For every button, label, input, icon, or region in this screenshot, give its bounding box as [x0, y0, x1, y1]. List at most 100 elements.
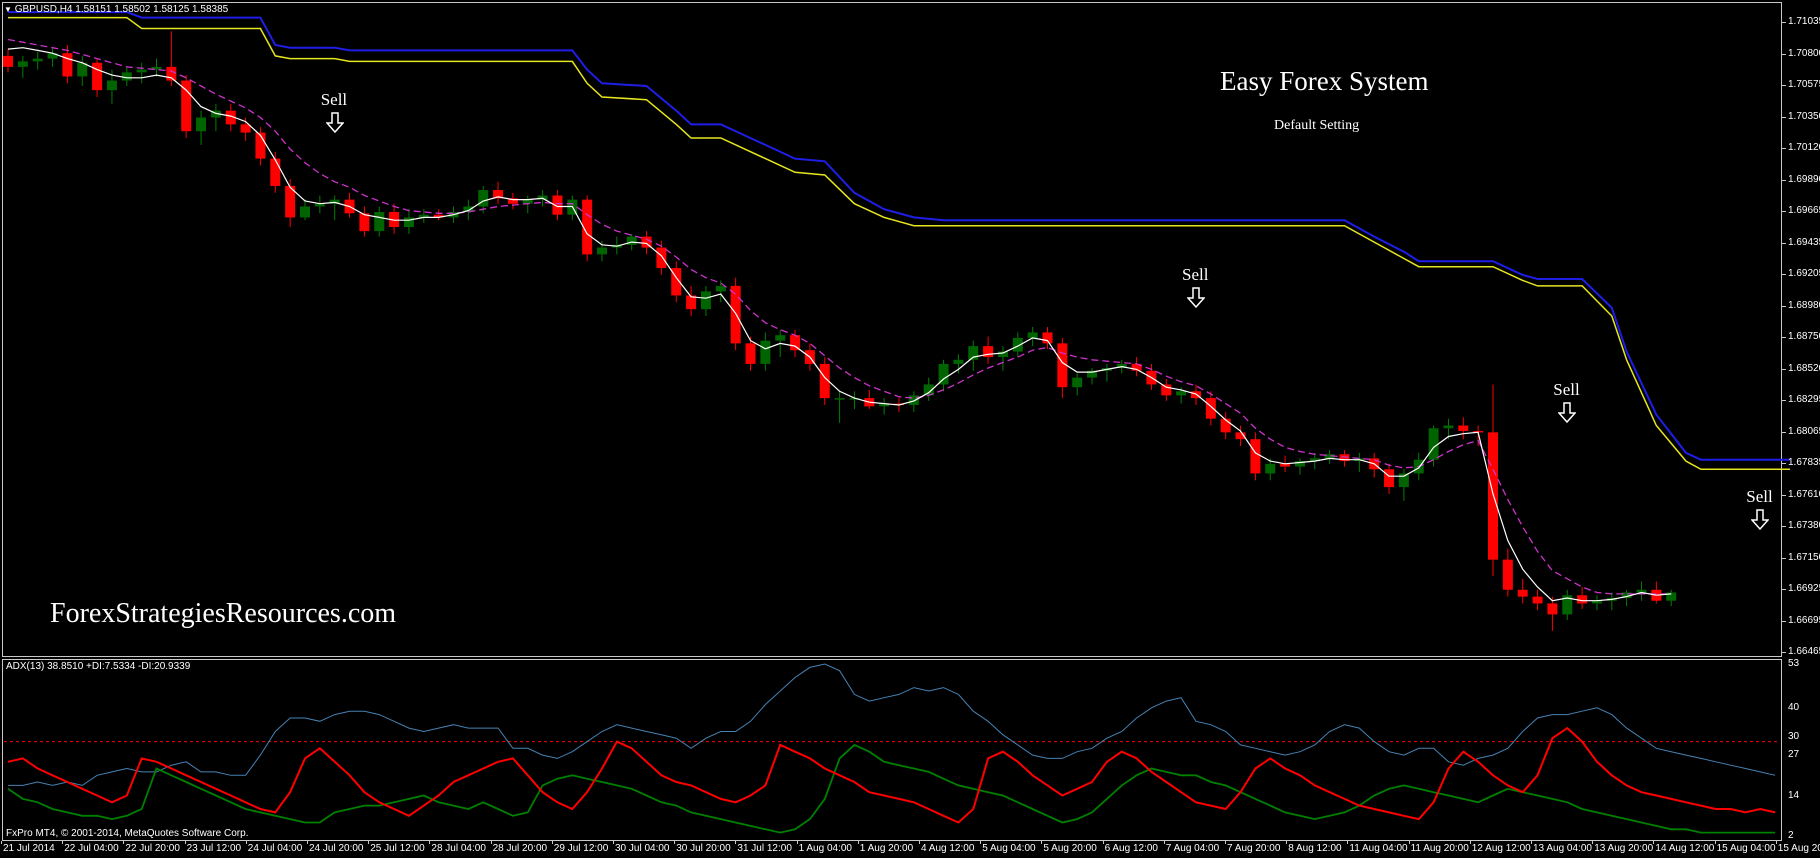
candle-body [1502, 559, 1513, 590]
time-axis-tick [184, 841, 186, 844]
time-axis-tick [1225, 841, 1226, 844]
fast-ma-line [7, 47, 1672, 602]
time-axis-label: 6 Aug 12:00 [1104, 843, 1158, 854]
adx-axis-label: 53 [1788, 658, 1800, 669]
candle-body [3, 55, 13, 67]
time-axis-label: 12 Aug 12:00 [1471, 843, 1531, 854]
time-axis-tick [1653, 841, 1655, 844]
down-arrow-outline-icon [325, 112, 344, 134]
price-axis-tick [1782, 400, 1786, 401]
candle-body [1532, 596, 1543, 604]
price-axis-tick [1782, 85, 1786, 86]
candle-body [1398, 473, 1409, 488]
price-axis-label: 1.70120 [1788, 142, 1820, 153]
price-axis-tick [1782, 22, 1786, 23]
time-axis-tick [1775, 841, 1777, 844]
time-axis-label: 29 Jul 12:00 [553, 843, 609, 854]
time-axis-tick [1714, 841, 1716, 844]
price-axis-tick [1782, 463, 1786, 464]
price-axis-label: 1.69205 [1788, 268, 1820, 279]
time-axis-label: 23 Jul 12:00 [186, 843, 242, 854]
time-axis-tick [980, 841, 982, 844]
chart-subtitle: Default Setting [1274, 118, 1360, 133]
candle-body [790, 335, 801, 351]
time-axis-label: 28 Jul 20:00 [492, 843, 548, 854]
time-axis-tick [1531, 841, 1532, 844]
candle-body [1072, 377, 1083, 388]
time-axis-label: 11 Aug 04:00 [1349, 843, 1408, 854]
candle-body [1488, 432, 1498, 560]
time-axis-tick [1592, 841, 1594, 844]
candle-body [1443, 425, 1454, 429]
sell-label: Sell [320, 90, 348, 110]
candle-body [32, 58, 43, 62]
slow-ma-line [7, 38, 1672, 595]
candle-body [700, 291, 711, 310]
time-axis-label: 14 Aug 12:00 [1655, 843, 1715, 854]
price-axis-tick [1782, 620, 1786, 622]
time-axis-label: 24 Jul 20:00 [309, 843, 364, 854]
candle-body [1517, 589, 1528, 597]
time-axis-tick [1347, 841, 1349, 844]
time-axis-label: 31 Jul 12:00 [737, 843, 792, 854]
time-axis-label: 21 Jul 2014 [3, 843, 55, 854]
time-axis-tick [1, 841, 2, 844]
price-axis-label: 1.70800 [1788, 47, 1820, 59]
candle-body [181, 80, 192, 132]
candle-body [17, 61, 28, 67]
candle-body [1176, 391, 1187, 396]
candle-body [136, 69, 147, 73]
time-axis-label: 7 Aug 04:00 [1165, 843, 1220, 854]
time-axis-tick [796, 841, 798, 844]
price-axis-label: 1.69435 [1788, 236, 1820, 248]
price-axis-tick [1782, 337, 1786, 338]
price-axis-tick [1782, 274, 1786, 275]
candle-body [1042, 332, 1053, 344]
candle-body [1428, 428, 1439, 460]
time-axis-label: 13 Aug 20:00 [1594, 843, 1654, 854]
time-axis-tick [1163, 841, 1165, 844]
price-axis-tick [1782, 368, 1786, 370]
price-axis-label: 1.66925 [1788, 583, 1820, 594]
time-axis-label: 25 Jul 12:00 [370, 843, 425, 854]
candle-body [1547, 603, 1558, 615]
time-axis-tick [62, 841, 64, 844]
time-axis-tick [735, 841, 737, 844]
candle-body [359, 213, 370, 232]
symbol-dropdown-icon[interactable]: ▼ [4, 5, 12, 14]
symbol-info-text: GBPUSD,H4 1.58151 1.58502 1.58125 1.5838… [14, 4, 229, 15]
watermark-text: ForexStrategiesResources.com [50, 598, 397, 629]
candle-body [1027, 332, 1038, 338]
price-axis-tick [1782, 652, 1786, 653]
price-axis-label: 1.71035 [1788, 16, 1820, 27]
price-axis-tick [1782, 526, 1786, 527]
candle-body [270, 158, 281, 186]
time-axis-label: 22 Jul 04:00 [64, 843, 119, 854]
price-axis-label: 1.69665 [1788, 205, 1820, 216]
candle-body [196, 117, 207, 132]
time-axis-tick [307, 841, 308, 844]
time-axis-label: 15 Aug 04:00 [1716, 843, 1776, 854]
price-axis-tick [1782, 148, 1786, 149]
chart-canvas[interactable] [0, 0, 1820, 858]
time-axis-label: 7 Aug 20:00 [1227, 843, 1281, 854]
upper-channel-line [8, 11, 1790, 461]
candle-body [597, 247, 607, 255]
time-axis-label: 13 Aug 04:00 [1533, 843, 1592, 854]
time-axis-tick [1041, 841, 1043, 844]
indicator-info: ADX(13) 38.8510 +DI:7.5334 -DI:20.9339 [6, 661, 191, 672]
price-axis-tick [1782, 557, 1786, 559]
price-axis-label: 1.67380 [1788, 520, 1820, 531]
price-axis-label: 1.70350 [1788, 110, 1820, 122]
sell-label: Sell [1182, 265, 1209, 285]
time-axis-tick [613, 841, 614, 844]
time-axis-tick [857, 841, 859, 844]
time-axis-label: 15 Aug 20:00 [1777, 843, 1820, 854]
candle-body [953, 359, 964, 364]
down-arrow-outline-icon [1187, 287, 1205, 309]
time-axis-tick [1102, 841, 1104, 844]
price-axis-tick [1782, 179, 1786, 181]
price-axis-label: 1.68065 [1788, 425, 1820, 437]
plus-di-line [7, 743, 1776, 834]
candle-body [62, 53, 73, 77]
